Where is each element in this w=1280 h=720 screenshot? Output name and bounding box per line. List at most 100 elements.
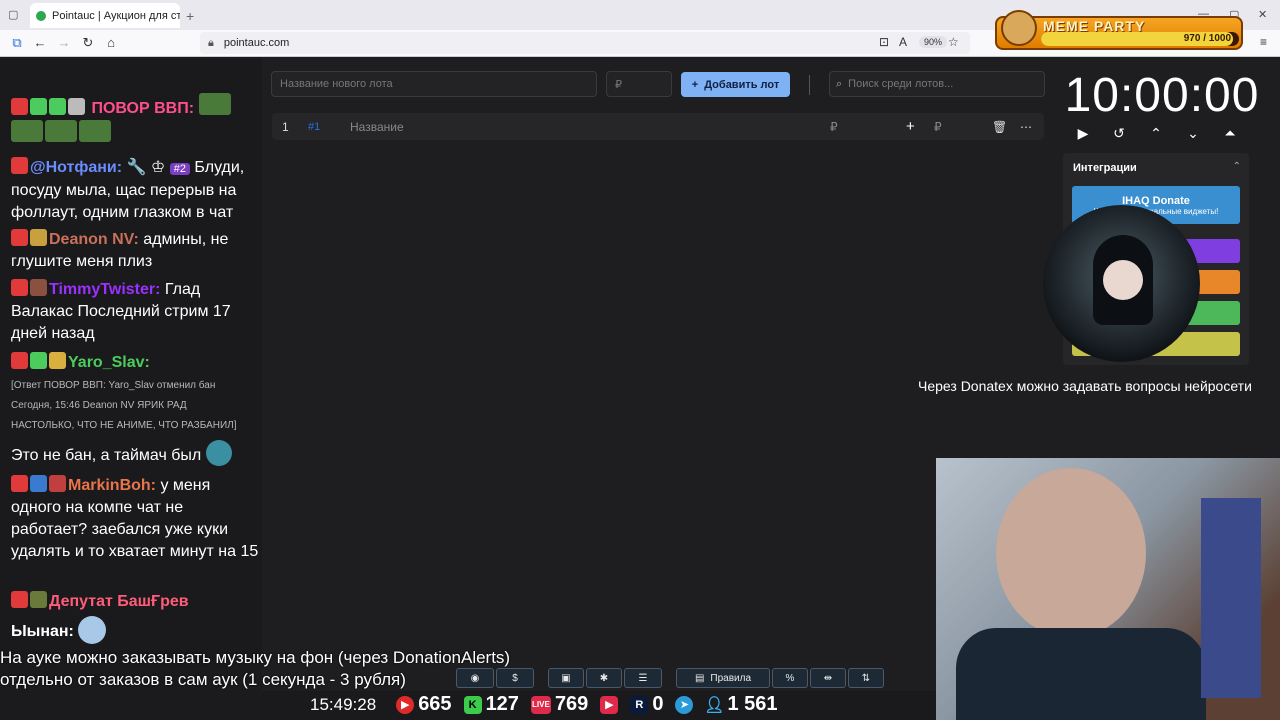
home-icon[interactable]: ⌂ xyxy=(102,35,120,50)
lot-add-amount-field[interactable]: ₽ xyxy=(934,120,942,134)
zoom-level[interactable]: 90% xyxy=(919,36,948,48)
emote-icon xyxy=(30,475,47,492)
auction-timer: 10:00:00 xyxy=(1064,69,1260,122)
chat-message: Deanon NV: админы, не глушите меня плиз xyxy=(11,229,262,273)
double-up-icon[interactable]: ⏶ xyxy=(1220,125,1240,142)
chat-username: Ыынан: xyxy=(11,623,74,640)
chat-username: MarkinBoh: xyxy=(68,477,156,494)
new-tab-icon[interactable]: + xyxy=(186,8,194,24)
live-badge-icon xyxy=(11,229,28,246)
search-lots-input[interactable]: ⌕ Поиск среди лотов... xyxy=(829,71,1045,97)
rutube-icon: R xyxy=(630,695,649,714)
meme-party-widget: 970 / 1000 MEME PARTY xyxy=(995,10,1243,50)
forward-icon[interactable]: → xyxy=(55,35,73,50)
reply-line: [Ответ ПОВОР ВВП: Yaro_Slav отменил бан xyxy=(11,380,216,391)
lot-row[interactable]: 1 #1 Название ₽ + ₽ 🗑︎ ⋯ xyxy=(272,113,1044,140)
emote-icon xyxy=(30,591,47,608)
search-icon: ⌕ xyxy=(836,77,843,90)
pepe-emote-icon xyxy=(11,120,43,142)
viewers-icon: 👤︎ xyxy=(704,696,725,714)
reload-icon[interactable]: ↻ xyxy=(79,35,97,51)
emote-icon xyxy=(78,616,107,644)
viewers-count: 1 561 xyxy=(727,693,778,715)
sort-icon[interactable]: ⇅ xyxy=(848,668,884,688)
flag xyxy=(1201,498,1261,698)
live-badge-icon xyxy=(11,98,28,115)
more-icon[interactable]: ⋯ xyxy=(1020,120,1032,134)
chat-text: Это не бан, а таймач был xyxy=(11,447,202,464)
meme-progress-bar: 970 / 1000 xyxy=(1041,32,1239,46)
emote-icon xyxy=(30,279,47,296)
github-icon[interactable]: ◉ xyxy=(456,668,494,688)
live-badge-icon xyxy=(11,352,28,369)
live-count: 769 xyxy=(554,693,589,715)
rules-button[interactable]: ▤ Правила xyxy=(676,668,770,688)
chat-message: TimmyTwister: Глад Валакас Последний стр… xyxy=(11,279,262,345)
lock-icon: 🔒︎ xyxy=(208,36,214,49)
chat-message: Это не бан, а таймач был xyxy=(11,440,262,467)
live-badge-icon xyxy=(11,591,28,608)
tab-list-icon[interactable]: ▢ xyxy=(8,8,18,21)
chat-username: Yaro_Slav: xyxy=(68,354,150,371)
bug-icon[interactable]: ✱ xyxy=(586,668,622,688)
save-page-icon[interactable]: ⊡ xyxy=(879,35,889,49)
plus-icon: + xyxy=(691,78,699,91)
reply-line: Сегодня, 15:46 Deanon NV ЯРИК РАД xyxy=(11,400,187,411)
reply-line: НАСТОЛЬКО, ЧТО НЕ АНИМЕ, ЧТО РАЗБАНИЛ] xyxy=(11,420,237,431)
vtuber-avatar xyxy=(1043,205,1200,362)
chat-message: @Нотфани: 🔧 ♔ #2 Блуди, посуду мыла, щас… xyxy=(11,157,245,221)
list-icon[interactable]: ☰ xyxy=(624,668,662,688)
divider xyxy=(809,75,810,95)
emote-icon xyxy=(68,98,85,115)
url-text: pointauc.com xyxy=(223,37,290,49)
lot-name-field[interactable]: Название xyxy=(350,120,404,134)
chevron-down-icon[interactable]: ⌄ xyxy=(1183,125,1203,142)
lot-index: 1 xyxy=(282,119,289,134)
pepe-emote-icon xyxy=(45,120,77,142)
dollar-icon[interactable]: $ xyxy=(496,668,534,688)
chat-message: MarkinBoh: у меня одного на компе чат не… xyxy=(11,475,262,563)
bookmark-star-icon[interactable]: ☆ xyxy=(948,35,959,49)
search-placeholder: Поиск среди лотов... xyxy=(848,78,954,90)
chat-username: Deanon NV: xyxy=(49,231,139,248)
chat-username: ПОВОР ВВП: xyxy=(91,100,195,117)
menu-icon[interactable]: ≡ xyxy=(1260,35,1267,49)
back-icon[interactable]: ← xyxy=(31,35,49,50)
add-lot-button[interactable]: + Добавить лот xyxy=(681,72,790,97)
chat-message: ПОВОР ВВП: xyxy=(11,93,262,147)
lot-id: #1 xyxy=(308,120,321,133)
new-lot-input[interactable]: Название нового лота xyxy=(271,71,597,97)
sidebar-icon[interactable]: ⧉ xyxy=(8,35,26,51)
reset-icon[interactable]: ↺ xyxy=(1109,125,1129,142)
chevron-up-icon[interactable]: ⌃ xyxy=(1146,125,1166,142)
emote-icon xyxy=(30,229,47,246)
avatar-face xyxy=(1103,260,1143,300)
lot-amount-field[interactable]: ₽ xyxy=(830,120,838,134)
chat-username: Депутат БашҒрев xyxy=(49,593,189,610)
browser-tab[interactable]: Pointauc | Аукцион для стримо ✕ xyxy=(30,3,180,28)
save-icon[interactable]: ▣ xyxy=(548,668,584,688)
plus-icon[interactable]: + xyxy=(906,118,915,135)
translate-icon[interactable]: A xyxy=(899,35,907,49)
telegram-icon: ➤ xyxy=(675,695,694,714)
emote-icon xyxy=(49,352,66,369)
play-icon[interactable]: ▶ xyxy=(1073,125,1093,142)
book-icon: ▤ xyxy=(694,672,705,684)
live-icon: LIVE xyxy=(530,695,551,714)
stream-stats: 15:49:28 ▶ 665 K 127 LIVE 769 ▶ R 0 ➤ 👤︎… xyxy=(310,693,778,716)
doge-icon xyxy=(1001,10,1037,46)
address-bar[interactable]: 🔒︎ pointauc.com xyxy=(200,32,970,54)
trash-icon[interactable]: 🗑︎ xyxy=(992,120,1007,134)
close-window-icon[interactable]: ✕ xyxy=(1258,8,1267,21)
overlay-toolbar: ◉ $ ▣ ✱ ☰ ▤ Правила % ⇹ ⇅ xyxy=(456,668,884,688)
lot-price-input[interactable]: ₽ xyxy=(606,71,672,97)
chat-username: TimmyTwister: xyxy=(49,281,161,298)
meme-title: MEME PARTY xyxy=(1043,18,1146,34)
chevron-up-icon[interactable]: ⌃ xyxy=(1233,161,1241,172)
split-icon[interactable]: ⇹ xyxy=(810,668,846,688)
ihaq-donate-label: IHAQ Donate xyxy=(1122,194,1190,207)
check-badge-icon xyxy=(30,352,47,369)
chat-username: @Нотфани: xyxy=(30,159,123,176)
youtube-icon: ▶ xyxy=(396,695,415,714)
percent-icon[interactable]: % xyxy=(772,668,808,688)
